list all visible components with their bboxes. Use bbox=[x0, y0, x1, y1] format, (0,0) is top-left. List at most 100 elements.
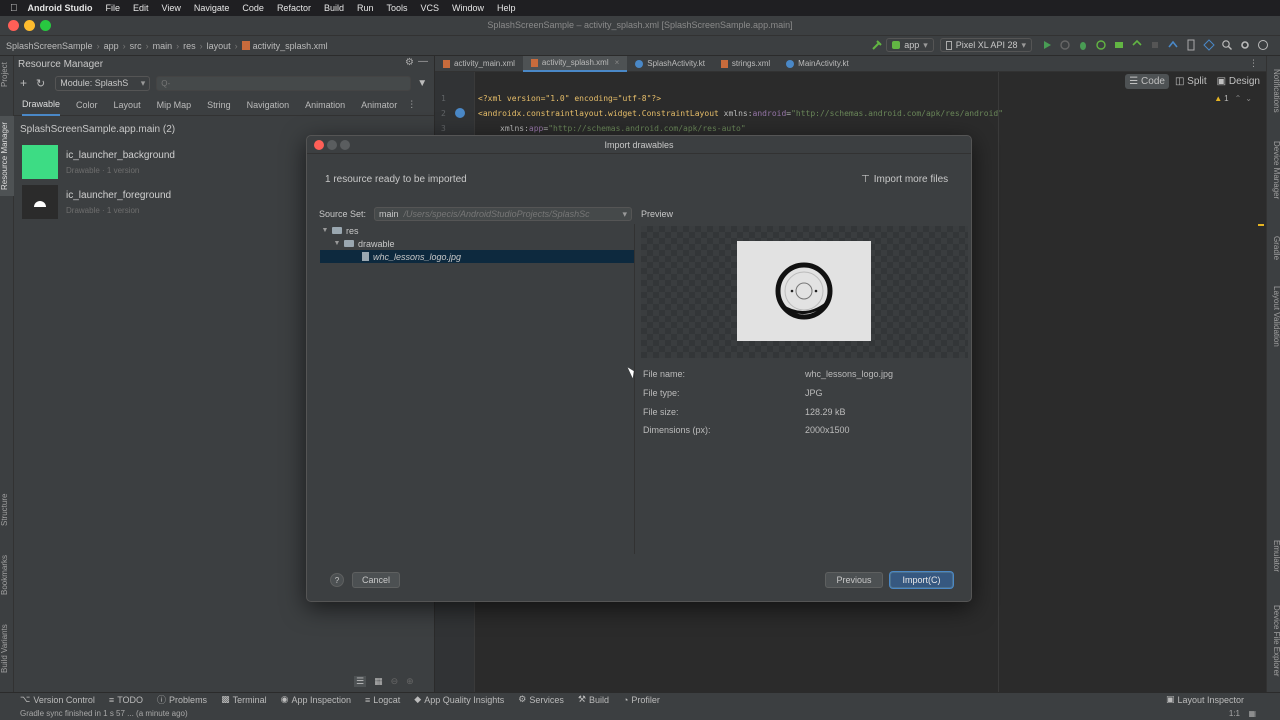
tool-services[interactable]: ⚙ Services bbox=[518, 694, 564, 705]
settings-gear-icon[interactable]: ⚙ bbox=[405, 57, 414, 68]
menu-code[interactable]: Code bbox=[242, 3, 264, 13]
chevron-down-icon[interactable]: ⌄ bbox=[1245, 94, 1252, 103]
menu-tools[interactable]: Tools bbox=[386, 3, 407, 13]
tool-build[interactable]: ⚒ Build bbox=[578, 694, 609, 705]
tool-layout-inspector[interactable]: ▣ Layout Inspector bbox=[1166, 694, 1244, 705]
tool-tab-resource-manager[interactable]: Resource Manager bbox=[0, 116, 14, 196]
tab-drawable[interactable]: Drawable bbox=[22, 94, 61, 116]
breadcrumb-layout[interactable]: layout bbox=[207, 41, 231, 51]
breadcrumb-res[interactable]: res bbox=[183, 41, 196, 51]
menu-navigate[interactable]: Navigate bbox=[194, 3, 230, 13]
previous-button[interactable]: Previous bbox=[825, 572, 883, 588]
tool-tab-layout-validation[interactable]: Layout Validation bbox=[1267, 276, 1280, 356]
grid-view-icon[interactable]: ▦ bbox=[374, 676, 383, 687]
breadcrumb-main[interactable]: main bbox=[153, 41, 173, 51]
import-more-files-button[interactable]: ⊤ Import more files bbox=[861, 174, 948, 185]
tree-node-drawable[interactable]: ▼ drawable bbox=[320, 237, 634, 250]
device-manager-icon[interactable] bbox=[1185, 39, 1197, 51]
sync-gradle-icon[interactable] bbox=[1167, 39, 1179, 51]
editor-tab-main-activity[interactable]: MainActivity.kt bbox=[778, 56, 857, 72]
tab-string[interactable]: String bbox=[207, 94, 231, 116]
chevron-up-icon[interactable]: ⌃ bbox=[1235, 94, 1242, 103]
refresh-icon[interactable]: ↻ bbox=[36, 77, 45, 90]
tool-tab-notifications[interactable]: Notifications bbox=[1267, 60, 1280, 122]
device-select[interactable]: Pixel XL API 28 ▾ bbox=[939, 38, 1032, 52]
tool-tab-device-file-explorer[interactable]: Device File Explorer bbox=[1267, 596, 1280, 686]
breadcrumb-app[interactable]: app bbox=[104, 41, 119, 51]
profile-icon[interactable] bbox=[1095, 39, 1107, 51]
menu-edit[interactable]: Edit bbox=[133, 3, 149, 13]
expand-arrow-icon[interactable]: ▼ bbox=[320, 227, 330, 234]
attach-debugger-icon[interactable] bbox=[1113, 39, 1125, 51]
breadcrumb-project[interactable]: SplashScreenSample bbox=[6, 41, 93, 51]
add-resource-icon[interactable]: + bbox=[20, 76, 27, 90]
source-set-select[interactable]: main /Users/specis/AndroidStudioProjects… bbox=[374, 207, 632, 221]
menu-build[interactable]: Build bbox=[324, 3, 344, 13]
status-message[interactable]: Gradle sync finished in 1 s 57 ... (a mi… bbox=[20, 709, 188, 718]
filter-icon[interactable]: ▼ bbox=[417, 78, 427, 89]
caret-position[interactable]: 1:1 bbox=[1229, 709, 1240, 718]
module-select[interactable]: Module: SplashS ▾ bbox=[55, 75, 151, 91]
resource-search-input[interactable]: Q- bbox=[156, 75, 412, 91]
menu-refactor[interactable]: Refactor bbox=[277, 3, 311, 13]
view-mode-code[interactable]: ☰ Code bbox=[1125, 74, 1169, 89]
more-tabs-icon[interactable]: ⋮ bbox=[407, 99, 416, 110]
tool-tab-device-manager[interactable]: Device Manager bbox=[1267, 132, 1280, 208]
editor-tab-strings[interactable]: strings.xml bbox=[713, 56, 778, 72]
tool-app-inspection[interactable]: ◉ App Inspection bbox=[281, 694, 351, 705]
menu-vcs[interactable]: VCS bbox=[421, 3, 440, 13]
tab-mip-map[interactable]: Mip Map bbox=[157, 94, 192, 116]
encoding-lock-icon[interactable]: ▦ bbox=[1248, 709, 1256, 718]
stop-icon[interactable] bbox=[1149, 39, 1161, 51]
breadcrumb-src[interactable]: src bbox=[130, 41, 142, 51]
import-button[interactable]: Import(C) bbox=[890, 572, 953, 588]
tool-tab-emulator[interactable]: Emulator bbox=[1267, 536, 1280, 576]
apple-icon[interactable]:  bbox=[10, 3, 18, 14]
close-tab-icon[interactable]: × bbox=[615, 58, 620, 67]
zoom-out-icon[interactable]: ⊖ bbox=[391, 676, 399, 687]
tool-terminal[interactable]: ▩ Terminal bbox=[221, 694, 267, 705]
gutter-marker-icon[interactable] bbox=[455, 108, 465, 118]
editor-tab-splash-activity[interactable]: SplashActivity.kt bbox=[627, 56, 713, 72]
account-icon[interactable] bbox=[1257, 39, 1269, 51]
tool-app-quality-insights[interactable]: ◆ App Quality Insights bbox=[414, 694, 504, 705]
debug-icon[interactable] bbox=[1077, 39, 1089, 51]
menu-file[interactable]: File bbox=[106, 3, 121, 13]
editor-tab-activity-main[interactable]: activity_main.xml bbox=[435, 56, 523, 72]
splitter[interactable] bbox=[634, 224, 635, 554]
list-view-icon[interactable]: ☰ bbox=[354, 676, 367, 687]
menu-view[interactable]: View bbox=[162, 3, 181, 13]
inspection-widget[interactable]: ▲ 1 ⌃ ⌄ bbox=[1214, 94, 1252, 103]
tool-version-control[interactable]: ⌥ Version Control bbox=[20, 694, 95, 705]
tool-tab-build-variants[interactable]: Build Variants bbox=[0, 616, 14, 682]
tab-animator[interactable]: Animator bbox=[361, 94, 397, 116]
sdk-manager-icon[interactable] bbox=[1203, 39, 1215, 51]
apply-changes-icon[interactable] bbox=[1131, 39, 1143, 51]
tab-color[interactable]: Color bbox=[76, 94, 98, 116]
tool-problems[interactable]: ⓘ Problems bbox=[157, 693, 207, 706]
tree-node-file[interactable]: whc_lessons_logo.jpg bbox=[320, 250, 634, 263]
menu-help[interactable]: Help bbox=[497, 3, 516, 13]
tool-profiler[interactable]: ◔ Profiler bbox=[623, 695, 660, 705]
help-button[interactable]: ? bbox=[330, 573, 344, 587]
tool-tab-structure[interactable]: Structure bbox=[0, 486, 14, 534]
tree-node-res[interactable]: ▼ res bbox=[320, 224, 634, 237]
tool-tab-bookmarks[interactable]: Bookmarks bbox=[0, 550, 14, 600]
build-hammer-icon[interactable] bbox=[871, 39, 883, 51]
view-mode-split[interactable]: ◫ Split bbox=[1171, 74, 1211, 89]
tab-layout[interactable]: Layout bbox=[114, 94, 141, 116]
search-icon[interactable] bbox=[1221, 39, 1233, 51]
tab-navigation[interactable]: Navigation bbox=[247, 94, 290, 116]
tool-tab-gradle[interactable]: Gradle bbox=[1267, 234, 1280, 262]
run-icon[interactable] bbox=[1041, 39, 1053, 51]
zoom-in-icon[interactable]: ⊕ bbox=[406, 676, 414, 687]
breadcrumb-file[interactable]: activity_splash.xml bbox=[253, 41, 328, 51]
editor-tab-activity-splash[interactable]: activity_splash.xml × bbox=[522, 55, 628, 72]
more-tabs-icon[interactable]: ⋮ bbox=[1249, 58, 1258, 69]
view-mode-design[interactable]: ▣ Design bbox=[1213, 74, 1264, 89]
settings-gear-icon[interactable] bbox=[1239, 39, 1251, 51]
tool-tab-project[interactable]: Project bbox=[0, 60, 14, 90]
expand-arrow-icon[interactable]: ▼ bbox=[332, 240, 342, 247]
minimize-panel-icon[interactable]: — bbox=[418, 56, 428, 67]
cancel-button[interactable]: Cancel bbox=[352, 572, 400, 588]
